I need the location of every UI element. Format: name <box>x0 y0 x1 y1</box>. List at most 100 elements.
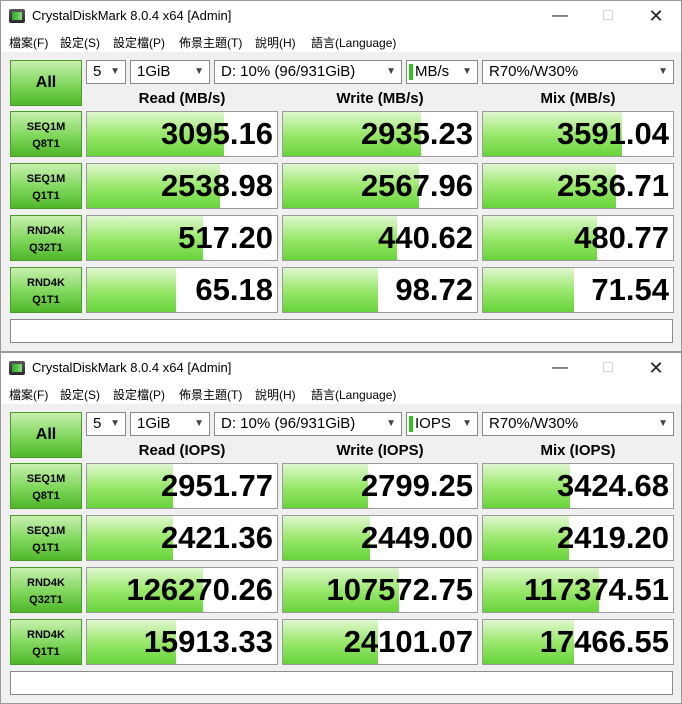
score-bar <box>483 268 575 312</box>
menu-bar: 檔案(F) 設定(S) 設定檔(P) 佈景主題(T) 說明(H) 語言(Language) <box>1 31 681 52</box>
score-bar <box>483 516 569 560</box>
test-row-button[interactable]: SEQ1M Q1T1 <box>10 515 82 561</box>
read-header: Read (MB/s) <box>138 90 226 107</box>
test-row-button[interactable]: SEQ1M Q8T1 <box>10 463 82 509</box>
comment-field[interactable] <box>10 319 673 343</box>
chevron-down-icon: ▼ <box>658 418 668 429</box>
crystaldiskmark-window: CrystalDiskMark 8.0.4 x64 [Admin] — □ ✕ 檔案(F… <box>0 0 682 352</box>
score-value: 2799.25 <box>360 468 473 503</box>
test-count-select[interactable]: 5 ▼ <box>86 412 126 436</box>
test-queue: Q1T1 <box>32 294 60 306</box>
maximize-icon[interactable]: □ <box>585 1 631 31</box>
mix-result: 480.77 <box>482 215 674 261</box>
test-queue: Q32T1 <box>29 242 63 254</box>
score-bar <box>283 516 371 560</box>
mix-ratio-select[interactable]: R70%/W30% ▼ <box>482 60 674 84</box>
mix-result: 17466.55 <box>482 619 674 665</box>
menu-item[interactable]: 說明(H) <box>255 34 296 51</box>
chevron-down-icon: ▼ <box>462 418 472 429</box>
menu-item[interactable]: 檔案(F) <box>9 386 48 403</box>
score-value: 71.54 <box>591 272 669 307</box>
mix-result: 2419.20 <box>482 515 674 561</box>
menu-item[interactable]: 說明(H) <box>255 386 296 403</box>
score-bar <box>87 516 173 560</box>
score-value: 126270.26 <box>126 572 273 607</box>
test-size-select[interactable]: 1GiB ▼ <box>130 412 210 436</box>
test-row-button[interactable]: RND4K Q1T1 <box>10 619 82 665</box>
write-result: 2935.23 <box>282 111 478 157</box>
chevron-down-icon: ▼ <box>462 66 472 77</box>
test-size-select[interactable]: 1GiB ▼ <box>130 60 210 84</box>
unit-select[interactable]: MB/s ▼ <box>406 60 478 84</box>
chevron-down-icon: ▼ <box>386 66 396 77</box>
test-name: SEQ1M <box>26 525 66 537</box>
test-count-select[interactable]: 5 ▼ <box>86 60 126 84</box>
score-value: 2538.98 <box>160 168 273 203</box>
drive-select[interactable]: D: 10% (96/931GiB) ▼ <box>214 60 402 84</box>
benchmark-panel: All 5 ▼ 1GiB ▼ D: 10% (96/931GiB) ▼ MB/s ▼ R70%/W… <box>1 52 681 351</box>
app-icon <box>9 361 25 375</box>
test-name: RND4K <box>27 277 65 289</box>
close-icon[interactable]: ✕ <box>633 353 679 383</box>
score-value: 3424.68 <box>556 468 669 503</box>
all-button[interactable]: All <box>10 60 82 106</box>
menu-item[interactable]: 設定檔(P) <box>113 386 165 403</box>
mix-ratio-select[interactable]: R70%/W30% ▼ <box>482 412 674 436</box>
score-value: 117374.51 <box>524 572 669 607</box>
score-value: 2567.96 <box>360 168 473 203</box>
score-bar <box>283 268 379 312</box>
test-row-button[interactable]: RND4K Q1T1 <box>10 267 82 313</box>
all-button[interactable]: All <box>10 412 82 458</box>
menu-item[interactable]: 設定檔(P) <box>113 34 165 51</box>
score-value: 24101.07 <box>343 624 473 659</box>
score-bar <box>87 464 173 508</box>
close-icon[interactable]: ✕ <box>633 1 679 31</box>
menu-item[interactable]: 佈景主題(T) <box>179 386 242 403</box>
read-result: 2951.77 <box>86 463 278 509</box>
test-size-value: 1GiB <box>137 415 171 432</box>
menu-item[interactable]: 設定(S) <box>60 34 100 51</box>
test-name: SEQ1M <box>26 173 66 185</box>
benchmark-panel: All 5 ▼ 1GiB ▼ D: 10% (96/931GiB) ▼ IOPS ▼ R70%/W… <box>1 404 681 703</box>
write-result: 2449.00 <box>282 515 478 561</box>
test-size-value: 1GiB <box>137 63 171 80</box>
write-header: Write (MB/s) <box>336 90 424 107</box>
app-icon <box>9 9 25 23</box>
test-name: RND4K <box>27 225 65 237</box>
menu-item[interactable]: 設定(S) <box>60 386 100 403</box>
chevron-down-icon: ▼ <box>110 418 120 429</box>
menu-item[interactable]: 佈景主題(T) <box>179 34 242 51</box>
test-name: SEQ1M <box>26 121 66 133</box>
comment-field[interactable] <box>10 671 673 695</box>
unit-indicator <box>409 416 413 432</box>
write-result: 107572.75 <box>282 567 478 613</box>
unit-select[interactable]: IOPS ▼ <box>406 412 478 436</box>
title-bar[interactable]: CrystalDiskMark 8.0.4 x64 [Admin] — □ ✕ <box>1 1 681 31</box>
test-queue: Q1T1 <box>32 190 60 202</box>
menu-item[interactable]: 語言(Language) <box>311 34 396 51</box>
test-row-button[interactable]: SEQ1M Q8T1 <box>10 111 82 157</box>
score-value: 2951.77 <box>160 468 273 503</box>
write-result: 2799.25 <box>282 463 478 509</box>
title-bar[interactable]: CrystalDiskMark 8.0.4 x64 [Admin] — □ ✕ <box>1 353 681 383</box>
minimize-icon[interactable]: — <box>537 353 583 383</box>
read-result: 517.20 <box>86 215 278 261</box>
score-value: 15913.33 <box>143 624 273 659</box>
minimize-icon[interactable]: — <box>537 1 583 31</box>
drive-value: D: 10% (96/931GiB) <box>221 415 356 432</box>
mix-header: Mix (IOPS) <box>540 442 616 459</box>
test-row-button[interactable]: RND4K Q32T1 <box>10 215 82 261</box>
menu-item[interactable]: 檔案(F) <box>9 34 48 51</box>
maximize-icon[interactable]: □ <box>585 353 631 383</box>
read-result: 2421.36 <box>86 515 278 561</box>
score-value: 2935.23 <box>360 116 473 151</box>
test-row-button[interactable]: SEQ1M Q1T1 <box>10 163 82 209</box>
test-row-button[interactable]: RND4K Q32T1 <box>10 567 82 613</box>
test-count-value: 5 <box>93 415 102 432</box>
menu-item[interactable]: 語言(Language) <box>311 386 396 403</box>
score-value: 2449.00 <box>360 520 473 555</box>
write-result: 98.72 <box>282 267 478 313</box>
chevron-down-icon: ▼ <box>658 66 668 77</box>
drive-select[interactable]: D: 10% (96/931GiB) ▼ <box>214 412 402 436</box>
unit-indicator <box>409 64 413 80</box>
